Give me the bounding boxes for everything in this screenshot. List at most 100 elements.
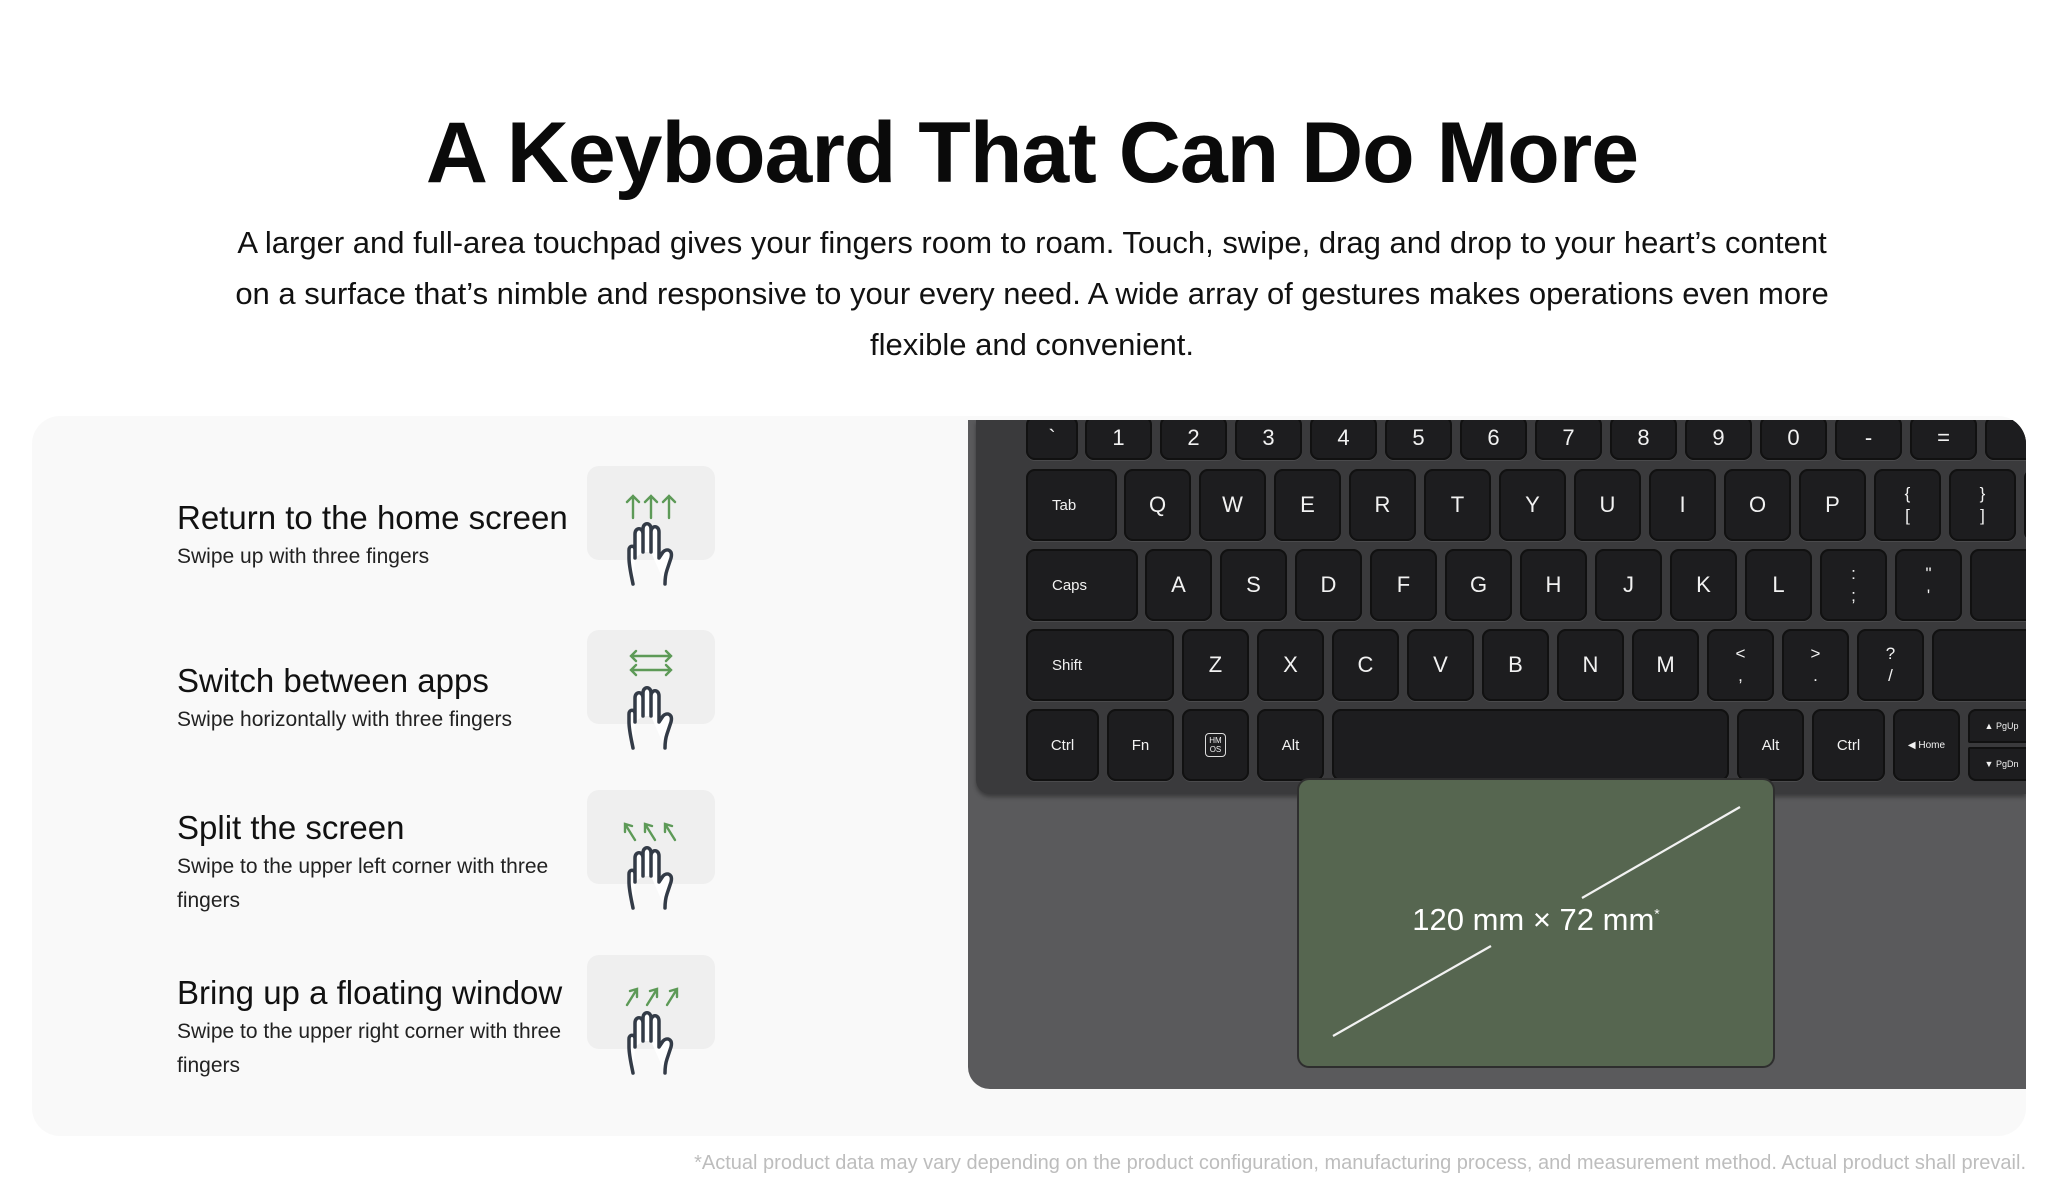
key-l: L: [1745, 549, 1812, 621]
key-j: J: [1595, 549, 1662, 621]
key-0: 0: [1760, 420, 1827, 460]
key-k: K: [1670, 549, 1737, 621]
key-blank: [1970, 549, 2026, 621]
intro-paragraph: A larger and full-area touchpad gives yo…: [235, 225, 1829, 362]
key-symbol: <,: [1707, 629, 1774, 701]
key-symbol: =: [1910, 420, 1977, 460]
key-o: O: [1724, 469, 1791, 541]
key-fn: Fn: [1107, 709, 1174, 781]
hmos-logo-icon: HM OS: [1205, 733, 1226, 757]
key-base-legend: [: [1905, 506, 1910, 525]
gesture-title: Switch between apps: [177, 662, 489, 699]
key-blank: [1332, 709, 1729, 781]
gesture-description: Swipe to the upper right corner with thr…: [177, 1020, 562, 1077]
key-b: B: [1482, 629, 1549, 701]
three-finger-swipe-upper-right-icon: [587, 955, 715, 1075]
key-tab: Tab: [1026, 469, 1117, 541]
key-shift-legend: {: [1904, 484, 1911, 503]
key-r: R: [1349, 469, 1416, 541]
gesture-description: Swipe horizontally with three fingers: [177, 708, 512, 731]
key-d: D: [1295, 549, 1362, 621]
key-symbol: >.: [1782, 629, 1849, 701]
touchpad: 120 mm × 72 mm*: [1299, 780, 1773, 1066]
key-base-legend: /: [1888, 666, 1893, 685]
key-alt: Alt: [1257, 709, 1324, 781]
key-shift-legend: }: [1979, 484, 1986, 503]
key-6: 6: [1460, 420, 1527, 460]
key-w: W: [1199, 469, 1266, 541]
key-shift-legend: ": [1925, 564, 1932, 583]
key-caps: Caps: [1026, 549, 1138, 621]
three-finger-swipe-up-icon: [587, 466, 715, 586]
key-f: F: [1370, 549, 1437, 621]
key-home: ◀ Home: [1893, 709, 1960, 781]
gesture-title: Bring up a floating window: [177, 974, 563, 1011]
key-shift-legend: >: [1810, 644, 1821, 663]
key-z: Z: [1182, 629, 1249, 701]
touchpad-size-label: 120 mm × 72 mm*: [1299, 902, 1773, 938]
key-blank: [1932, 629, 2026, 701]
key-g: G: [1445, 549, 1512, 621]
key-u: U: [1574, 469, 1641, 541]
page-title: A Keyboard That Can Do More: [425, 104, 1639, 201]
three-finger-swipe-horizontal-icon: [587, 630, 715, 750]
key-pgup-pgdn: ▲ PgUp ▼ PgDn: [1968, 709, 2026, 781]
key-c: C: [1332, 629, 1399, 701]
key-7: 7: [1535, 420, 1602, 460]
key-pgdn: ▼ PgDn: [1968, 747, 2026, 781]
key-shift-legend: ?: [1885, 644, 1896, 663]
key-base-legend: ,: [1738, 666, 1743, 685]
key-blank: [1985, 420, 2026, 460]
key-e: E: [1274, 469, 1341, 541]
key-i: I: [1649, 469, 1716, 541]
three-finger-swipe-upper-left-icon: [587, 790, 715, 910]
key-alt: Alt: [1737, 709, 1804, 781]
key-ctrl: Ctrl: [1026, 709, 1099, 781]
key-p: P: [1799, 469, 1866, 541]
key-a: A: [1145, 549, 1212, 621]
keyboard-illustration: ` 1 2 3 4 5 6 7 8 9 0- = Tab Q W E R T Y U I O P{[}] Caps A S D F G H…: [968, 420, 2026, 1089]
key-symbol: :;: [1820, 549, 1887, 621]
key-t: T: [1424, 469, 1491, 541]
footnote-mark: *: [1654, 905, 1660, 922]
key-m: M: [1632, 629, 1699, 701]
key-shift-legend: :: [1851, 564, 1856, 583]
key-shift: Shift: [1026, 629, 1174, 701]
key-s: S: [1220, 549, 1287, 621]
key-symbol: ? /: [1857, 629, 1924, 701]
key-hmos: HM OS: [1182, 709, 1249, 781]
key-symbol: -: [1835, 420, 1902, 460]
key-q: Q: [1124, 469, 1191, 541]
feature-panel: Return to the home screen Swipe up with …: [32, 416, 2026, 1136]
gesture-description: Swipe up with three fingers: [177, 545, 430, 568]
key-1: 1: [1085, 420, 1152, 460]
key-base-legend: ': [1926, 586, 1931, 605]
key-symbol: {[: [1874, 469, 1941, 541]
key-base-legend: ]: [1980, 506, 1985, 525]
key-shift-legend: <: [1735, 644, 1746, 663]
key-y: Y: [1499, 469, 1566, 541]
key-base-legend: ;: [1851, 586, 1856, 605]
key-2: 2: [1160, 420, 1227, 460]
gesture-title: Return to the home screen: [177, 499, 568, 536]
key-symbol: `: [1026, 420, 1078, 460]
key-ctrl: Ctrl: [1812, 709, 1885, 781]
key-base-legend: .: [1813, 666, 1818, 685]
key-pgup: ▲ PgUp: [1968, 709, 2026, 743]
touchpad-size-value: 120 mm × 72 mm: [1412, 902, 1655, 937]
key-n: N: [1557, 629, 1624, 701]
key-symbol: }]: [1949, 469, 2016, 541]
gesture-description: Swipe to the upper left corner with thre…: [177, 855, 549, 912]
key-h: H: [1520, 549, 1587, 621]
key-5: 5: [1385, 420, 1452, 460]
key-v: V: [1407, 629, 1474, 701]
key-4: 4: [1310, 420, 1377, 460]
key-3: 3: [1235, 420, 1302, 460]
key-8: 8: [1610, 420, 1677, 460]
footnote: *Actual product data may vary depending …: [694, 1152, 2026, 1174]
key-blank: [2024, 469, 2026, 541]
key-symbol: " ': [1895, 549, 1962, 621]
gesture-title: Split the screen: [177, 809, 405, 846]
key-x: X: [1257, 629, 1324, 701]
key-9: 9: [1685, 420, 1752, 460]
